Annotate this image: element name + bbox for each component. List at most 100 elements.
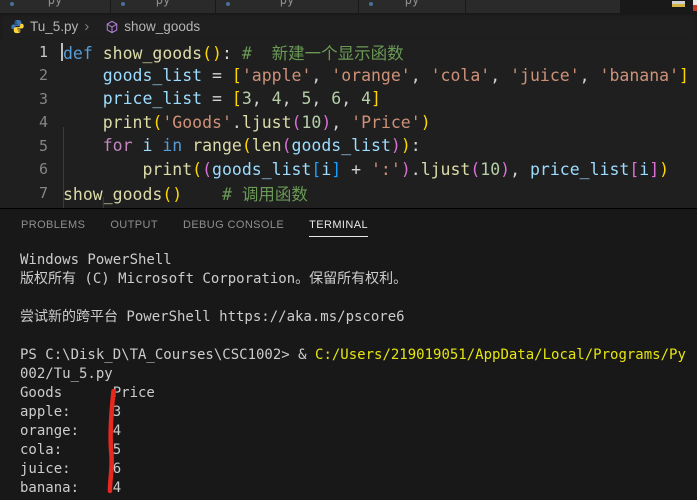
code-token: print	[142, 159, 193, 179]
code-line: 2 goods_list = ['apple', 'orange', 'cola…	[0, 64, 697, 88]
code-token: goods_list	[102, 65, 203, 85]
panel-tab-problems[interactable]: PROBLEMS	[21, 219, 85, 237]
panel-tab-debug-console[interactable]: DEBUG CONSOLE	[183, 219, 284, 237]
code-token: (	[281, 136, 292, 156]
text-cursor	[61, 43, 63, 61]
terminal-line: 002/Tu_5.py	[20, 365, 697, 384]
terminal[interactable]: Windows PowerShell 版权所有 (C) Microsoft Cor…	[20, 251, 697, 500]
code-editor[interactable]: 1 def show_goods(): # 新建一个显示函数 2 goods_lis…	[0, 40, 697, 245]
editor-tab-5[interactable]	[466, 0, 620, 13]
terminal-line: 尝试新的跨平台 PowerShell https://aka.ms/pscore…	[20, 308, 697, 327]
code-token: in	[162, 136, 183, 156]
vscode-window: py py py py Tu_5.py › show_goods 1 def show_…	[0, 0, 697, 500]
terminal-text: juice: 6	[20, 461, 122, 477]
code-token: (	[152, 112, 163, 132]
code-token: .	[231, 112, 242, 132]
code-token: [	[231, 89, 242, 109]
code-text: print((goods_list[i] + ':').ljust(10), p…	[63, 160, 669, 179]
code-token: 'banana'	[599, 65, 680, 85]
line-number: 6	[38, 160, 48, 179]
code-token: (	[470, 159, 481, 179]
code-lines: 1 def show_goods(): # 新建一个显示函数 2 goods_lis…	[0, 40, 697, 205]
code-token: ]	[371, 89, 381, 109]
symbol-method-icon	[105, 20, 119, 34]
code-token: len	[251, 136, 282, 156]
code-token: )	[400, 136, 411, 156]
code-token: )	[172, 184, 183, 204]
terminal-text: 版权所有 (C) Microsoft Corporation。保留所有权利。	[20, 271, 408, 287]
code-token: )	[390, 136, 401, 156]
code-token: range	[192, 136, 242, 156]
terminal-line: orange: 4	[20, 422, 697, 441]
breadcrumb-file[interactable]: Tu_5.py	[30, 19, 78, 34]
editor-tab-4[interactable]: py	[359, 0, 465, 13]
editor-tab-3[interactable]: py	[216, 0, 358, 13]
code-token: 'orange'	[331, 65, 411, 85]
panel-tab-terminal[interactable]: TERMINAL	[309, 219, 368, 237]
code-token: ,	[311, 65, 332, 85]
line-number: 7	[38, 183, 48, 202]
breadcrumb-symbol[interactable]: show_goods	[124, 19, 200, 34]
code-token: )	[420, 112, 431, 132]
code-line: 4 print('Goods'.ljust(10), 'Price')	[0, 111, 697, 135]
code-token: ,	[341, 89, 362, 109]
edge-badge-part	[693, 5, 697, 11]
code-token: print	[102, 112, 153, 132]
terminal-line: apple: 3	[20, 403, 697, 422]
code-token: # 新建一个显示函数	[241, 43, 404, 63]
code-token: ,	[410, 65, 431, 85]
bottom-panel: PROBLEMS OUTPUT DEBUG CONSOLE TERMINAL Wind…	[0, 208, 697, 500]
code-token: )	[321, 112, 332, 132]
code-token: 'Goods'	[162, 112, 232, 132]
panel-tab-output[interactable]: OUTPUT	[110, 219, 158, 237]
code-token: show_goods	[102, 43, 203, 63]
code-token: ':'	[371, 159, 401, 179]
code-token: i	[142, 136, 153, 156]
terminal-line: Goods Price	[20, 384, 697, 403]
code-token: )	[400, 159, 411, 179]
editor-tab-2[interactable]: py	[111, 0, 215, 13]
python-file-icon	[10, 19, 25, 34]
code-token: # 调用函数	[221, 184, 308, 204]
code-token: .	[410, 159, 421, 179]
tab-strip: py py py py	[0, 0, 697, 13]
terminal-text: 尝试新的跨平台 PowerShell https://aka.ms/pscore…	[20, 309, 405, 325]
line-number: 4	[38, 113, 48, 132]
code-token: 10	[480, 159, 501, 179]
code-token: ,	[251, 89, 272, 109]
editor-action-icon-part	[672, 4, 685, 7]
code-token: price_list	[102, 89, 203, 109]
terminal-line: Windows PowerShell	[20, 251, 697, 270]
code-token: 'apple'	[241, 65, 312, 85]
editor-tab-1[interactable]: py	[0, 0, 110, 13]
code-token: (	[202, 43, 213, 63]
file-icon	[10, 2, 14, 6]
code-token: [	[311, 159, 322, 179]
code-line: 1 def show_goods(): # 新建一个显示函数	[0, 40, 697, 64]
code-token: (	[291, 112, 302, 132]
chevron-right-icon: ›	[84, 18, 90, 35]
file-icon	[369, 2, 373, 6]
terminal-text: orange: 4	[20, 423, 122, 439]
code-token: (	[241, 136, 252, 156]
code-text: show_goods() # 调用函数	[63, 181, 308, 205]
editor-tab-label-fragment: py	[47, 0, 63, 7]
code-line: 7 show_goods() # 调用函数	[0, 181, 697, 205]
code-token: :	[410, 136, 421, 156]
code-text: goods_list = ['apple', 'orange', 'cola',…	[63, 66, 689, 85]
code-token: ,	[311, 89, 332, 109]
terminal-line: cola: 5	[20, 441, 697, 460]
terminal-text: Windows PowerShell	[20, 252, 172, 268]
editor-action-icon[interactable]	[672, 1, 685, 7]
code-text: price_list = [3, 4, 5, 6, 4]	[63, 89, 381, 108]
line-number: 2	[38, 66, 48, 85]
